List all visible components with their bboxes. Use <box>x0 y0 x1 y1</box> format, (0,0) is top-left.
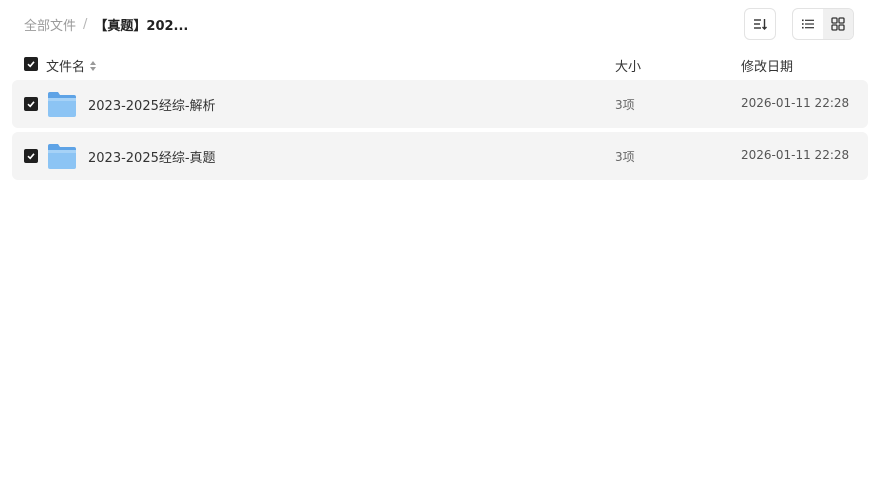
column-header-name-label: 文件名 <box>46 60 86 75</box>
breadcrumb: 全部文件 / 【真题】202... <box>24 14 188 34</box>
select-all-checkbox[interactable] <box>24 57 38 71</box>
sort-descending-icon <box>754 19 767 30</box>
checkmark-icon <box>27 101 35 108</box>
row-checkbox[interactable] <box>24 97 38 111</box>
sort-caret-icon <box>89 60 97 72</box>
folder-icon <box>48 92 76 117</box>
breadcrumb-current-folder: 【真题】202... <box>94 18 189 34</box>
file-row[interactable]: 2023-2025经综-真题 3项 2026-01-11 22:28 <box>12 132 868 180</box>
file-size: 3项 <box>615 98 635 112</box>
file-name[interactable]: 2023-2025经综-真题 <box>88 147 216 166</box>
grid-view-button[interactable] <box>823 9 853 39</box>
view-toggle-group <box>792 8 854 40</box>
file-modified-date: 2026-01-11 22:28 <box>741 96 850 110</box>
breadcrumb-root-link[interactable]: 全部文件 <box>24 15 76 34</box>
sort-button[interactable] <box>744 8 776 40</box>
column-header-size[interactable]: 大小 <box>615 56 641 75</box>
folder-icon <box>48 144 76 169</box>
top-bar: 全部文件 / 【真题】202... <box>0 0 878 48</box>
column-header-name[interactable]: 文件名 <box>46 56 97 75</box>
file-size: 3项 <box>615 150 635 164</box>
grid-view-icon <box>831 17 845 31</box>
file-row[interactable]: 2023-2025经综-解析 3项 2026-01-11 22:28 <box>12 80 868 128</box>
file-list-header: 文件名 大小 修改日期 <box>12 50 868 78</box>
checkmark-icon <box>27 61 35 68</box>
row-checkbox[interactable] <box>24 149 38 163</box>
file-name[interactable]: 2023-2025经综-解析 <box>88 95 216 114</box>
list-view-button[interactable] <box>793 9 823 39</box>
list-view-icon <box>802 19 814 29</box>
breadcrumb-separator: / <box>83 16 88 32</box>
file-modified-date: 2026-01-11 22:28 <box>741 148 850 162</box>
column-header-modified[interactable]: 修改日期 <box>741 56 793 75</box>
checkmark-icon <box>27 153 35 160</box>
